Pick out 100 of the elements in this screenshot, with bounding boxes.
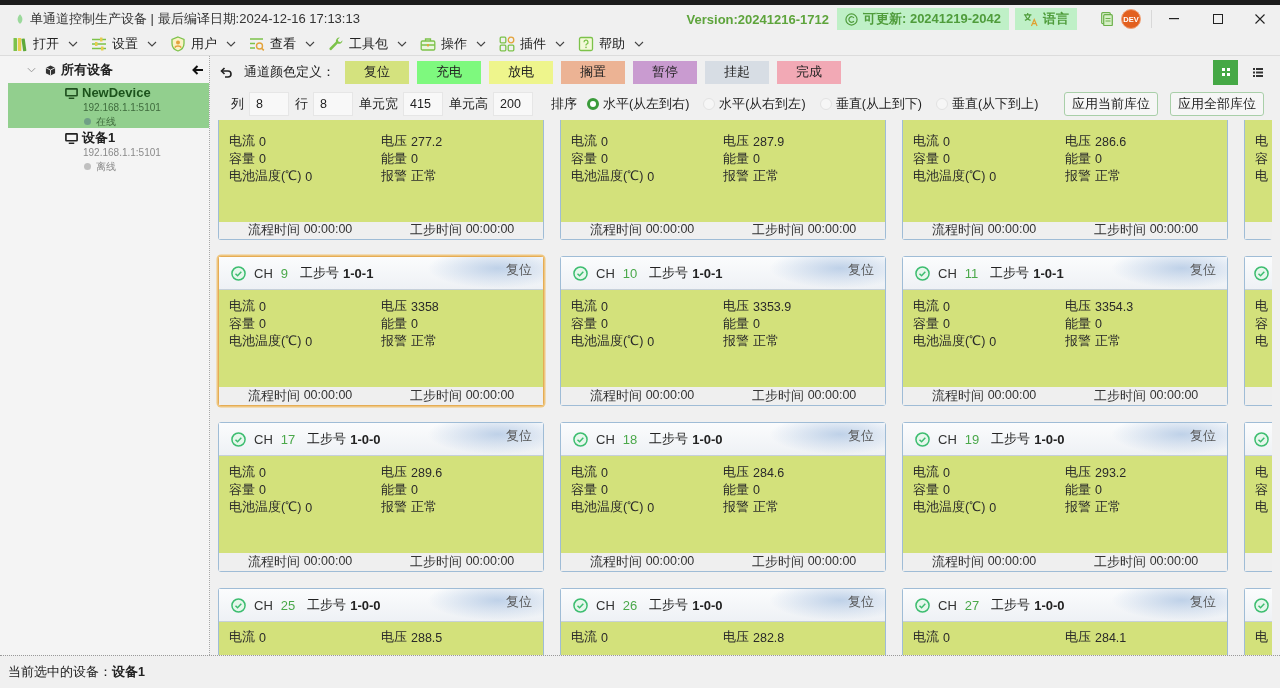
reading-label: 电 (1255, 133, 1269, 151)
color-legend-tag: 完成 (777, 60, 841, 84)
state-label: 复位 (848, 428, 874, 445)
chevron-down-icon (476, 41, 486, 47)
menu-item[interactable]: 用户 (170, 34, 236, 54)
number-field[interactable]: 8 (313, 92, 353, 116)
check-circle-icon (1254, 265, 1269, 281)
time-value: 00:00:00 (303, 222, 353, 238)
step-label: 工步号 (649, 430, 689, 448)
sort-radio-option[interactable]: 垂直(从下到上) (936, 95, 1039, 113)
reading-label: 电流 (913, 464, 939, 482)
translate-icon (1023, 11, 1038, 27)
menu-item[interactable]: 查看 (249, 34, 315, 54)
channel-card[interactable]: CH 9 工步号 1-0-1 复位 电流 0 电压 3358 容量 0 能量 0 电池温度(℃) 0 报警 正常 流程时间 00:00:00 工步时间 00:00:00 (218, 256, 544, 406)
channel-card[interactable]: 电 容 电 (1244, 256, 1272, 406)
channel-card[interactable]: 电 (1244, 588, 1272, 655)
reading-value: 282.8 (753, 630, 785, 645)
step-label: 工步号 (307, 430, 347, 448)
channel-card[interactable]: 电 容 电 (1244, 120, 1272, 240)
channel-card[interactable]: 电流 0 电压 286.6 容量 0 能量 0 电池温度(℃) 0 报警 正常 流程时间 00:00:00 工步时间 00:00:00 (902, 120, 1228, 240)
channel-number: 27 (964, 597, 980, 613)
channel-card[interactable]: 电流 0 电压 287.9 容量 0 能量 0 电池温度(℃) 0 报警 正常 流程时间 00:00:00 工步时间 00:00:00 (560, 120, 886, 240)
documents-icon[interactable] (1101, 12, 1113, 26)
reading-label: 容量 (229, 315, 255, 333)
device-item[interactable]: NewDevice 192.168.1.1:5101 在线 (8, 83, 209, 128)
field-label: 单元高 (449, 95, 488, 113)
sort-radio-option[interactable]: 水平(从左到右) (587, 95, 690, 113)
channel-card[interactable]: CH 25 工步号 1-0-0 复位 电流 0 电压 288.5 (218, 588, 544, 655)
reading-label: 电池温度(℃) (571, 168, 644, 186)
reading-label: 电压 (1065, 629, 1091, 647)
arrow-left-icon (192, 65, 204, 75)
time-label: 流程时间 (931, 222, 984, 239)
reading-value: 3354.3 (1095, 299, 1134, 314)
channel-card[interactable]: CH 18 工步号 1-0-0 复位 电流 0 电压 284.6 容量 0 能量 0 电池温度(℃) 0 报警 正常 流程时间 00:00:00 工步时间 00:00:00 (560, 422, 886, 572)
number-field[interactable]: 8 (249, 92, 289, 116)
legend-label: 通道颜色定义： (244, 63, 335, 81)
channel-label: CH (596, 265, 615, 281)
channel-card[interactable]: CH 17 工步号 1-0-0 复位 电流 0 电压 289.6 容量 0 能量 0 电池温度(℃) 0 报警 正常 流程时间 00:00:00 工步时间 00:00:00 (218, 422, 544, 572)
channel-card[interactable]: CH 10 工步号 1-0-1 复位 电流 0 电压 3353.9 容量 0 能量 0 电池温度(℃) 0 报警 正常 流程时间 00:00:00 工步时间 00:00:00 (560, 256, 886, 406)
collapse-button[interactable] (192, 65, 204, 75)
reading-value: 正常 (753, 168, 779, 186)
state-label: 复位 (506, 594, 532, 611)
reading-value: 0 (943, 299, 950, 314)
view-toggle[interactable] (1213, 59, 1238, 85)
reading-label: 报警 (381, 333, 407, 351)
channel-card[interactable]: CH 19 工步号 1-0-0 复位 电流 0 电压 293.2 容量 0 能量 0 电池温度(℃) 0 报警 正常 流程时间 00:00:00 工步时间 00:00:00 (902, 422, 1228, 572)
sort-radio-option[interactable]: 水平(从右到左) (703, 95, 806, 113)
check-circle-icon (915, 431, 930, 447)
apply-button[interactable]: 应用全部库位 (1170, 92, 1265, 116)
list-icon (1252, 67, 1263, 77)
device-item[interactable]: 设备1 192.168.1.1:5101 离线 (0, 128, 209, 173)
channel-card[interactable]: CH 27 工步号 1-0-0 复位 电流 0 电压 284.1 (902, 588, 1228, 655)
reading-value: 0 (601, 317, 608, 332)
channel-card[interactable]: CH 11 工步号 1-0-1 复位 电流 0 电压 3354.3 容量 0 能量 0 电池温度(℃) 0 报警 正常 流程时间 00:00:00 工步时间 00:00:00 (902, 256, 1228, 406)
channel-card[interactable]: 电流 0 电压 277.2 容量 0 能量 0 电池温度(℃) 0 报警 正常 流程时间 00:00:00 工步时间 00:00:00 (218, 120, 544, 240)
field-label: 单元宽 (359, 95, 398, 113)
apply-button[interactable]: 应用当前库位 (1064, 92, 1159, 116)
reading-label: 电 (1255, 629, 1269, 647)
check-circle-icon (1254, 431, 1269, 447)
reading-value: 277.2 (411, 134, 443, 149)
color-legend-tag: 放电 (489, 60, 553, 84)
time-value: 00:00:00 (987, 553, 1037, 570)
menu-item[interactable]: 设置 (91, 34, 157, 54)
list-search-icon (249, 36, 265, 52)
channel-card[interactable]: 电 容 电 (1244, 422, 1272, 572)
sort-label: 排序 (551, 95, 577, 113)
chevron-down-icon[interactable] (27, 67, 36, 73)
time-value: 00:00:00 (987, 222, 1037, 238)
menu-item[interactable]: 工具包 (328, 34, 407, 54)
time-value: 00:00:00 (807, 222, 857, 238)
reading-label: 能量 (723, 315, 749, 333)
menu-item[interactable]: 操作 (420, 34, 486, 54)
version-label: Version:20241216-1712 (686, 11, 829, 27)
channel-number: 10 (622, 265, 638, 281)
number-field[interactable]: 415 (403, 92, 443, 116)
tree-root-label[interactable]: 所有设备 (61, 61, 113, 79)
chevron-down-icon (634, 41, 644, 47)
reading-label: 容量 (571, 150, 597, 168)
menu-item[interactable]: 打开 (12, 34, 78, 54)
reading-label: 报警 (381, 499, 407, 517)
time-value: 00:00:00 (645, 553, 695, 570)
reading-label: 报警 (381, 168, 407, 186)
reading-value: 0 (989, 334, 997, 349)
time-label: 流程时间 (931, 387, 984, 405)
reading-value: 正常 (1095, 333, 1121, 351)
channel-label: CH (938, 597, 957, 613)
time-label: 工步时间 (409, 387, 462, 405)
number-field[interactable]: 200 (493, 92, 533, 116)
reading-label: 电压 (1065, 464, 1091, 482)
reading-label: 容量 (913, 315, 939, 333)
channel-number: 9 (280, 265, 288, 281)
menu-item[interactable]: 插件 (499, 34, 565, 54)
reading-value: 3358 (411, 299, 439, 314)
reading-label: 电池温度(℃) (913, 168, 986, 186)
check-circle-icon (915, 597, 930, 613)
sort-radio-option[interactable]: 垂直(从上到下) (819, 95, 922, 113)
shield-user-icon (170, 36, 186, 52)
menu-item[interactable]: 帮助 (578, 34, 644, 54)
undo-button[interactable] (220, 66, 232, 78)
channel-card[interactable]: CH 26 工步号 1-0-0 复位 电流 0 电压 282.8 (560, 588, 886, 655)
